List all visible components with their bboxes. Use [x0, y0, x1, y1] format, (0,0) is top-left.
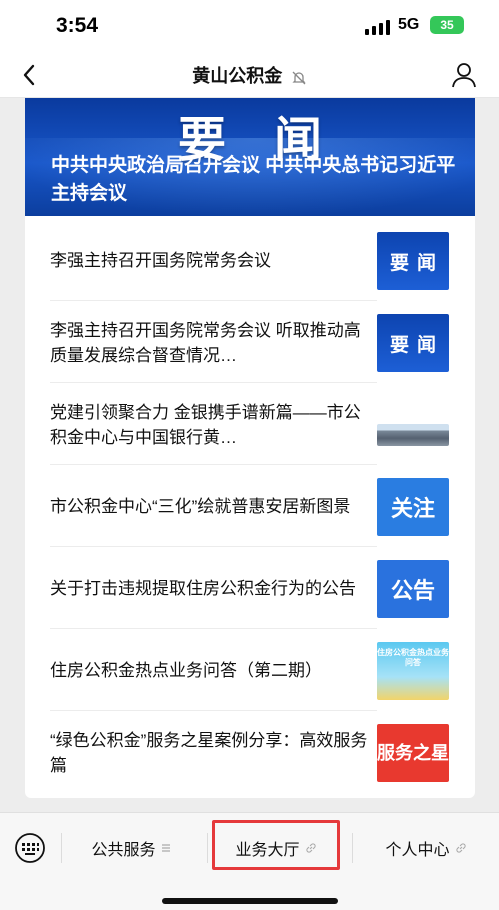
person-icon	[452, 63, 476, 88]
news-item[interactable]: 李强主持召开国务院常务会议	[50, 221, 377, 301]
news-title: “绿色公积金”服务之星案例分享：高效服务篇	[50, 731, 368, 775]
status-bar: 3:54 5G 35	[0, 0, 499, 52]
news-item[interactable]: 关于打击违规提取住房公积金行为的公告	[50, 549, 377, 629]
menu-label: 个人中心	[385, 842, 450, 859]
bottom-menu: 公共服务 业务大厅 个人中心	[0, 812, 499, 910]
menu-lines-icon	[161, 844, 170, 852]
news-item[interactable]: “绿色公积金”服务之星案例分享：高效服务篇	[50, 713, 377, 793]
page-title: 黄山公积金	[192, 66, 283, 86]
menu-label: 公共服务	[91, 842, 156, 859]
news-card: 要闻 中共中央政治局召开会议 中共中央总书记习近平主持会议 李强主持召开国务院常…	[25, 98, 475, 798]
news-title: 李强主持召开国务院常务会议	[50, 251, 271, 270]
keyboard-toggle-button[interactable]	[12, 830, 48, 866]
menu-divider	[207, 833, 208, 863]
news-thumbnail: 住房公积金热点业务问答	[377, 642, 449, 700]
news-title: 李强主持召开国务院常务会议 听取推动高质量发展综合督查情况…	[50, 320, 361, 365]
menu-public-services[interactable]: 公共服务	[62, 823, 200, 873]
banner-caption: 中共中央政治局召开会议 中共中央总书记习近平主持会议	[51, 155, 456, 204]
news-item[interactable]: 李强主持召开国务院常务会议 听取推动高质量发展综合督查情况…	[50, 303, 377, 383]
profile-button[interactable]	[449, 60, 479, 90]
news-photo-thumbnail	[377, 424, 449, 446]
signal-icon	[365, 19, 391, 35]
news-title: 关于打击违规提取住房公积金行为的公告	[50, 579, 356, 598]
battery-level: 35	[440, 18, 454, 32]
news-thumbnail: 服务之星	[377, 724, 449, 782]
news-thumbnail: 关注	[377, 478, 449, 536]
keyboard-icon	[15, 833, 45, 863]
news-item[interactable]: 党建引领聚合力 金银携手谱新篇——市公积金中心与中国银行黄…	[50, 385, 377, 465]
headline-banner[interactable]: 要闻 中共中央政治局召开会议 中共中央总书记习近平主持会议	[25, 98, 475, 216]
news-title: 市公积金中心“三化”绘就普惠安居新图景	[50, 497, 351, 516]
highlight-box	[212, 820, 340, 870]
network-type: 5G	[398, 16, 420, 33]
news-title: 住房公积金热点业务问答（第二期）	[50, 661, 322, 680]
nav-bar: 黄山公积金	[0, 52, 499, 98]
link-icon	[455, 843, 466, 853]
status-time: 3:54	[56, 14, 99, 37]
news-title: 党建引领聚合力 金银携手谱新篇——市公积金中心与中国银行黄…	[50, 402, 361, 447]
news-item[interactable]: 市公积金中心“三化”绘就普惠安居新图景	[50, 467, 377, 547]
news-thumbnail: 公告	[377, 560, 449, 618]
news-thumbnail: 要闻	[377, 314, 449, 372]
battery-icon: 35	[430, 16, 464, 34]
home-indicator	[162, 898, 338, 904]
article-list: 要闻 中共中央政治局召开会议 中共中央总书记习近平主持会议 李强主持召开国务院常…	[0, 98, 499, 812]
menu-personal-center[interactable]: 个人中心	[353, 823, 499, 873]
news-item[interactable]: 住房公积金热点业务问答（第二期）	[50, 631, 377, 711]
news-thumbnail: 要闻	[377, 232, 449, 290]
mute-bell-icon	[292, 71, 306, 85]
